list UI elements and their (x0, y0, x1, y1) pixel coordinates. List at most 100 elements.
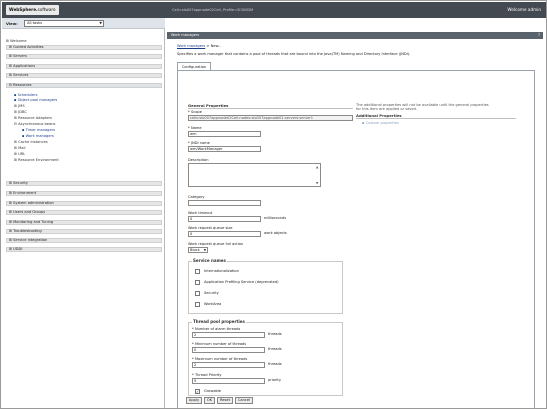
category-input[interactable] (188, 200, 261, 206)
additional-note-line2: for this item are applied or saved. (356, 107, 418, 111)
nav-url[interactable]: ⊞ URL (14, 152, 25, 156)
nav-sub-label: Resource Environment (18, 158, 59, 162)
nav-applications[interactable]: ⊞ Applications (6, 64, 162, 69)
nav-label: UDDI (13, 247, 23, 251)
internationalization-checkbox[interactable] (195, 269, 200, 274)
nav-cache-instances[interactable]: ⊞ Cache instances (14, 140, 48, 144)
view-select[interactable]: All tasks ▼ (24, 20, 104, 27)
help-icon[interactable]: ? (538, 32, 540, 39)
growable-checkbox[interactable]: ✓ (195, 389, 200, 394)
nav-label: Servers (13, 54, 27, 58)
ok-button[interactable]: OK (204, 397, 215, 404)
jndi-name-input[interactable]: wm/WorkManager (188, 146, 261, 152)
nav-welcome[interactable]: ⊞ Welcome (6, 39, 27, 43)
thread-pool-title: Thread pool properties (192, 319, 246, 324)
category-label: Category (188, 195, 205, 199)
scroll-up-icon[interactable]: ▲ (316, 165, 318, 169)
max-threads-input[interactable]: 2 (192, 362, 265, 368)
nav-label: Environment (13, 191, 37, 195)
jndi-name-label: JNDI name (188, 141, 210, 145)
thread-priority-label: Thread Priority (192, 373, 222, 377)
nav-label: Resources (13, 83, 32, 87)
nav-resources[interactable]: ⊟ Resources (6, 83, 162, 88)
breadcrumb-work-managers-link[interactable]: Work managers (177, 44, 205, 48)
nav-troubleshooting[interactable]: ⊞ Troubleshooting (6, 229, 162, 234)
description-label: Description (188, 158, 209, 162)
checkmark-icon: ✓ (196, 389, 200, 394)
nav-sub-label: Schedulers (17, 93, 38, 97)
nav-sub-label: Cache instances (18, 140, 48, 144)
nav-service-integration[interactable]: ⊞ Service integration (6, 238, 162, 243)
cell-profile-text: Cell=slo007appnode02Cell, Profile=SI300D… (172, 8, 254, 12)
queue-full-action-value: Block (190, 248, 200, 252)
name-input[interactable]: wm (188, 131, 261, 137)
thread-priority-input[interactable]: 5 (192, 378, 265, 384)
reset-button[interactable]: Reset (217, 397, 233, 404)
service-names-title: Service names (192, 258, 227, 263)
apply-button[interactable]: Apply (186, 397, 202, 404)
content-panel: Work managers ? Work managers > New... S… (167, 18, 546, 408)
thread-priority-unit: priority (268, 378, 281, 382)
app-profiling-checkbox[interactable] (195, 280, 200, 285)
nav-sub-label: Resource Adapters (18, 116, 52, 120)
browser-page: WebSphere.software Cell=slo007appnode02C… (0, 0, 547, 409)
nav-sub-label: Asynchronous beans (18, 122, 56, 126)
nav-label: Troubleshooting (13, 229, 42, 233)
nav-jms[interactable]: ⊞ JMS (14, 104, 25, 108)
work-timeout-input[interactable]: 0 (188, 216, 261, 222)
nav-guided-activities[interactable]: ⊞ Guided Activities (6, 45, 162, 50)
nav-object-pool-managers[interactable]: ▪ Object pool managers (14, 98, 57, 102)
nav-uddi[interactable]: ⊞ UDDI (6, 247, 162, 252)
description-textarea[interactable] (188, 163, 321, 187)
nav-asynchronous-beans[interactable]: ⊟ Asynchronous beans (14, 122, 55, 126)
view-select-value: All tasks (27, 21, 43, 25)
nav-label: Monitoring and Tuning (13, 220, 54, 224)
nav-security[interactable]: ⊞ Security (6, 181, 162, 186)
min-threads-label: Minimum number of threads (192, 342, 246, 346)
alarm-threads-input[interactable]: 2 (192, 332, 265, 338)
nav-sub-label: JDBC (18, 110, 27, 114)
min-threads-input[interactable]: 0 (192, 347, 265, 353)
configuration-form: General Properties The additional proper… (177, 70, 535, 408)
view-bar: View: All tasks ▼ (2, 18, 165, 29)
navigation-panel: View: All tasks ▼ ⊞ Welcome ⊞ Guided Acti… (2, 18, 165, 408)
security-checkbox[interactable] (195, 291, 200, 296)
work-timeout-unit: milliseconds (264, 216, 287, 220)
queue-size-input[interactable]: 0 (188, 231, 261, 237)
nav-monitoring-and-tuning[interactable]: ⊞ Monitoring and Tuning (6, 220, 162, 225)
nav-welcome-label: Welcome (10, 39, 27, 43)
nav-jdbc[interactable]: ⊞ JDBC (14, 110, 27, 114)
nav-users-and-groups[interactable]: ⊞ Users and Groups (6, 210, 162, 215)
nav-timer-managers[interactable]: ▪ Timer managers (22, 128, 55, 132)
scroll-down-icon[interactable]: ▼ (316, 181, 318, 185)
nav-label: Guided Activities (13, 45, 44, 49)
work-timeout-label: Work timeout (188, 211, 213, 215)
queue-size-label: Work request queue size (188, 226, 233, 230)
app-profiling-label: Application Profiling Service (deprecate… (204, 280, 279, 284)
nav-resource-environment[interactable]: ⊞ Resource Environment (14, 158, 59, 162)
nav-mail[interactable]: ⊞ Mail (14, 146, 25, 150)
nav-environment[interactable]: ⊞ Environment (6, 191, 162, 196)
queue-size-unit: work objects (264, 231, 287, 235)
nav-servers[interactable]: ⊞ Servers (6, 54, 162, 59)
alarm-threads-label: Number of alarm threads (192, 327, 240, 331)
nav-services[interactable]: ⊞ Services (6, 73, 162, 78)
nav-label: Users and Groups (13, 210, 46, 214)
page-description: Specifies a work manager that contains a… (177, 52, 411, 56)
nav-system-administration[interactable]: ⊞ System administration (6, 201, 162, 206)
welcome-admin-text: Welcome admin (507, 7, 541, 12)
nav-work-managers[interactable]: ▪ Work managers (22, 134, 54, 138)
cancel-button[interactable]: Cancel (235, 397, 253, 404)
masthead: WebSphere.software Cell=slo007appnode02C… (2, 2, 546, 18)
workarea-checkbox[interactable] (195, 302, 200, 307)
chevron-down-icon: ▼ (203, 248, 206, 252)
nav-resource-adapters[interactable]: ⊞ Resource Adapters (14, 116, 52, 120)
breadcrumb: Work managers > New... (177, 44, 222, 49)
scope-field: cells:slo007appnode02Cell:nodes:slo007ap… (188, 115, 353, 121)
breadcrumb-current: > New... (206, 44, 222, 48)
queue-full-action-select[interactable]: Block ▼ (188, 247, 208, 253)
nav-label: Security (13, 181, 28, 185)
general-properties-heading: General Properties (188, 103, 353, 109)
name-label: Name (188, 126, 202, 130)
nav-schedulers[interactable]: ▪ Schedulers (14, 93, 37, 97)
